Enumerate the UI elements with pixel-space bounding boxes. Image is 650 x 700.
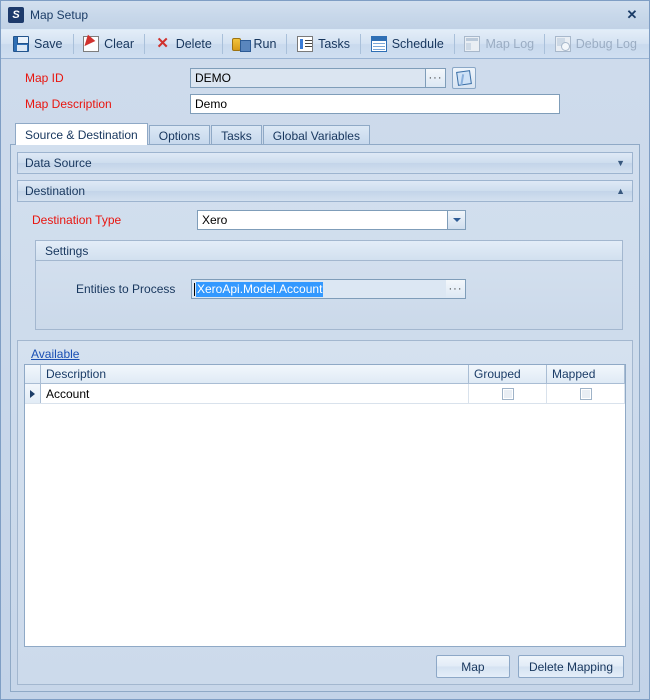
row-cell-description: Account [41, 384, 469, 403]
entities-to-process-browse-button[interactable]: ··· [446, 279, 466, 299]
tab-page-source-and-destination: Data Source ▼ Destination ▲ Destination … [10, 144, 640, 692]
grid-header-mapped[interactable]: Mapped [547, 365, 625, 383]
row-indicator-icon [25, 384, 41, 403]
destination-type-dropdown-button[interactable] [447, 210, 466, 230]
toolbar-button-debug-log: Debug Log [547, 30, 645, 58]
tab-options[interactable]: Options [148, 125, 211, 145]
text-caret [194, 282, 195, 296]
destination-type-select[interactable]: Xero [197, 210, 466, 230]
toolbar-button-schedule[interactable]: Schedule [363, 30, 452, 58]
grouped-checkbox[interactable] [501, 387, 514, 400]
window-title: Map Setup [30, 8, 89, 22]
map-description-row: Map Description Demo [10, 93, 640, 115]
available-link[interactable]: Available [24, 346, 79, 364]
close-icon[interactable]: ✕ [619, 5, 645, 25]
available-actions: Map Delete Mapping [24, 647, 626, 678]
toolbar-separator [544, 34, 545, 54]
grid-header-indicator [25, 365, 41, 383]
panel-title-destination: Destination [25, 184, 86, 198]
toolbar-button-tasks[interactable]: Tasks [289, 30, 358, 58]
map-log-icon [464, 36, 481, 52]
grid-header-row: Description Grouped Mapped [25, 365, 625, 384]
map-description-label: Map Description [25, 97, 112, 111]
available-grid: Description Grouped Mapped Account [24, 364, 626, 647]
row-cell-mapped[interactable] [547, 384, 625, 403]
tab-source-and-destination[interactable]: Source & Destination [15, 123, 148, 145]
toolbar: Save Clear ✕ Delete Run Tasks Schedule M… [1, 29, 649, 59]
toolbar-label-delete: Delete [175, 37, 212, 51]
toolbar-separator [286, 34, 288, 54]
settings-groupbox-title: Settings [36, 241, 622, 261]
table-row[interactable]: Account [25, 384, 625, 404]
grid-header-description[interactable]: Description [41, 365, 469, 383]
entities-to-process-row: Entities to Process XeroApi.Model.Accoun… [46, 279, 612, 299]
toolbar-button-save[interactable]: Save [5, 30, 71, 58]
toolbar-label-debug-log: Debug Log [575, 37, 637, 51]
save-icon [13, 36, 29, 52]
tab-strip: Source & Destination Options Tasks Globa… [10, 123, 640, 145]
debug-log-icon [554, 36, 571, 52]
toolbar-button-run[interactable]: Run [224, 30, 284, 58]
entities-to-process-input[interactable]: XeroApi.Model.Account [191, 279, 446, 299]
toolbar-label-save: Save [34, 37, 63, 51]
map-id-edit-button[interactable] [452, 67, 476, 89]
map-id-input[interactable]: DEMO [190, 68, 426, 88]
toolbar-button-clear[interactable]: Clear [75, 30, 142, 58]
schedule-icon [370, 36, 387, 52]
panel-header-destination[interactable]: Destination ▲ [17, 180, 633, 202]
toolbar-separator [144, 34, 145, 54]
toolbar-label-schedule: Schedule [391, 37, 444, 51]
map-button[interactable]: Map [435, 655, 510, 678]
toolbar-button-map-log: Map Log [456, 30, 542, 58]
panel-title-data-source: Data Source [25, 156, 92, 170]
title-bar: S Map Setup ✕ [1, 1, 649, 29]
map-description-input[interactable]: Demo [190, 94, 560, 114]
map-id-browse-button[interactable]: ··· [426, 68, 446, 88]
app-logo-icon: S [8, 7, 24, 23]
toolbar-separator [72, 34, 74, 54]
toolbar-label-tasks: Tasks [318, 37, 351, 51]
mapped-checkbox[interactable] [579, 387, 592, 400]
delete-icon: ✕ [156, 35, 169, 52]
row-cell-grouped[interactable] [469, 384, 547, 403]
toolbar-separator [360, 34, 361, 54]
map-setup-window: S Map Setup ✕ Save Clear ✕ Delete Run Ta… [0, 0, 650, 700]
notepad-edit-icon [456, 70, 472, 86]
tasks-icon [297, 36, 314, 52]
entities-to-process-value: XeroApi.Model.Account [196, 281, 324, 297]
entities-to-process-label: Entities to Process [76, 282, 176, 296]
grid-header-grouped[interactable]: Grouped [469, 365, 547, 383]
toolbar-separator [453, 34, 455, 54]
run-icon [232, 36, 252, 52]
form-body: Map ID DEMO ··· Map Description Demo Sou… [1, 59, 649, 699]
destination-type-value: Xero [197, 210, 447, 230]
grid-empty-area [25, 404, 625, 646]
toolbar-separator [221, 34, 223, 54]
destination-type-row: Destination Type Xero [17, 209, 633, 231]
destination-type-label: Destination Type [32, 213, 122, 227]
chevron-down-icon [452, 218, 461, 222]
tab-tasks[interactable]: Tasks [211, 125, 262, 145]
settings-groupbox: Settings Entities to Process XeroApi.Mod… [35, 240, 623, 330]
toolbar-label-run: Run [253, 37, 277, 51]
chevron-up-icon: ▲ [616, 186, 625, 196]
map-id-label: Map ID [25, 71, 64, 85]
chevron-down-icon: ▼ [616, 158, 625, 168]
tab-global-variables[interactable]: Global Variables [262, 125, 370, 145]
clear-icon [83, 36, 100, 52]
toolbar-label-clear: Clear [104, 37, 135, 51]
toolbar-label-map-log: Map Log [485, 37, 535, 51]
settings-groupbox-body: Entities to Process XeroApi.Model.Accoun… [36, 261, 622, 329]
toolbar-button-delete[interactable]: ✕ Delete [147, 30, 220, 58]
available-panel: Available Description Grouped Mapped Acc… [17, 340, 633, 685]
panel-header-data-source[interactable]: Data Source ▼ [17, 152, 633, 174]
map-id-row: Map ID DEMO ··· [10, 67, 640, 89]
delete-mapping-button[interactable]: Delete Mapping [517, 655, 624, 678]
